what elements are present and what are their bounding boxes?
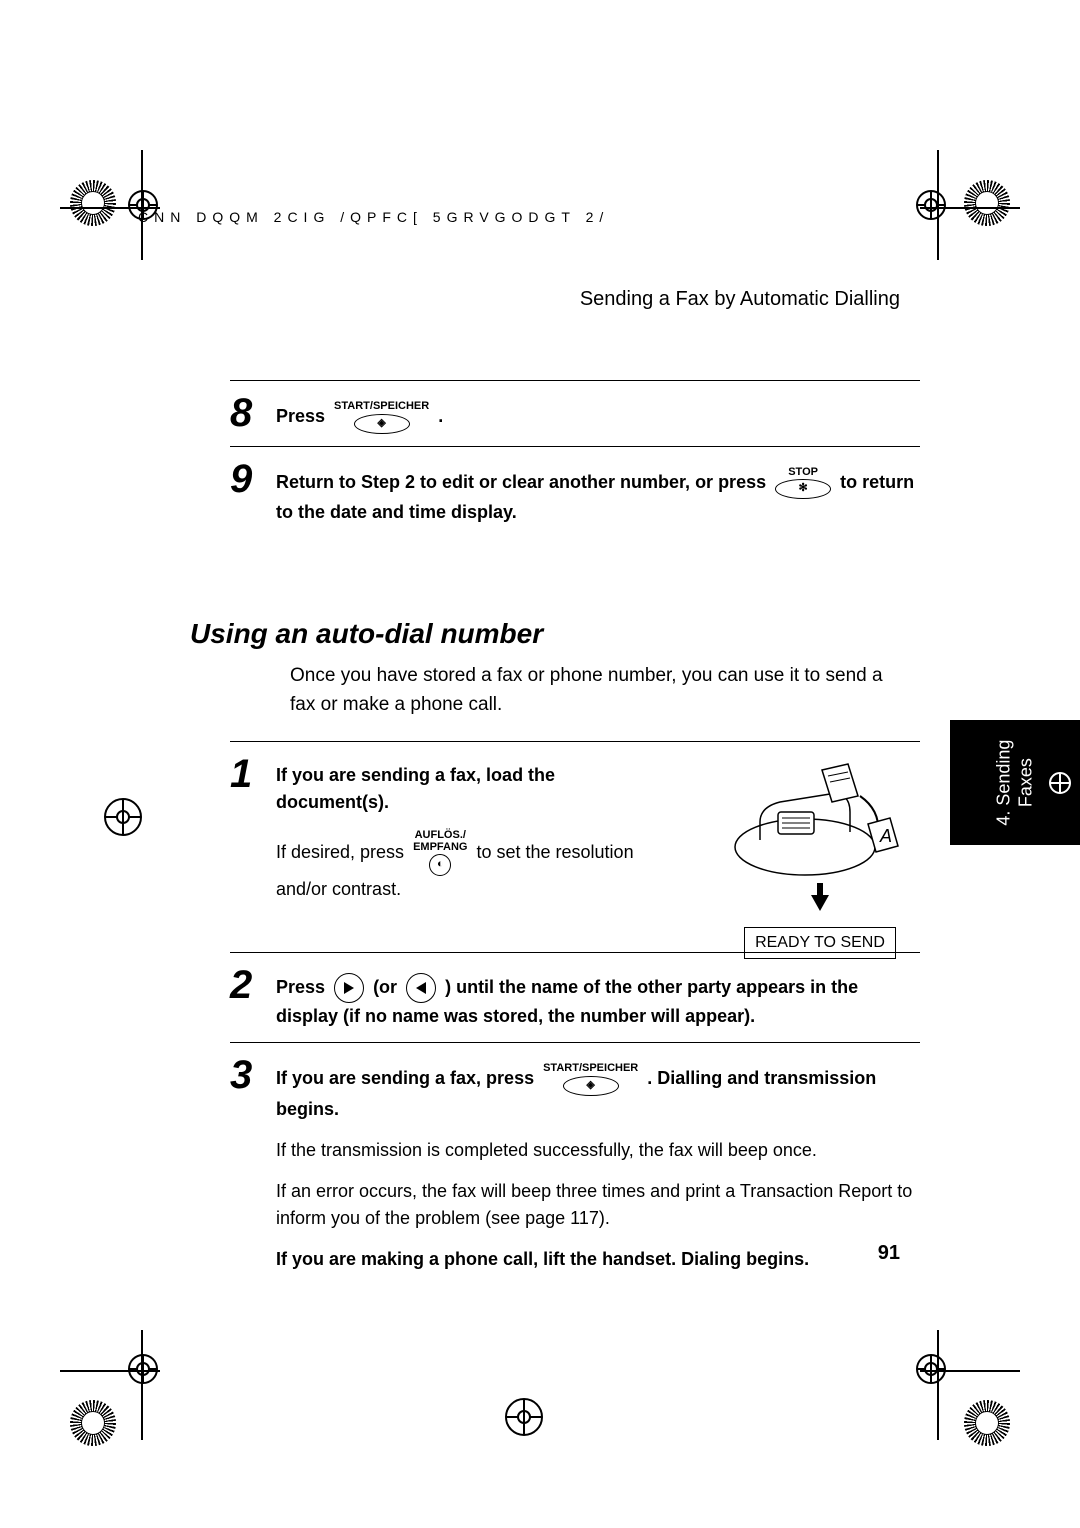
registration-target-icon	[964, 180, 1010, 226]
chapter-tab-label: 4. SendingFaxes	[993, 739, 1036, 825]
fax-illustration: A READY TO SEND	[720, 752, 920, 959]
oval-button-icon: ◈	[354, 414, 410, 434]
section-header: Sending a Fax by Automatic Dialling	[240, 288, 900, 311]
step-text: Press	[276, 406, 330, 426]
stop-button-icon: STOP ✻	[775, 467, 831, 500]
intro-paragraph: Once you have stored a fax or phone numb…	[290, 662, 900, 719]
step-number: 1	[230, 754, 258, 794]
crosshair-icon	[916, 190, 946, 220]
step-a3: 3 If you are sending a fax, press START/…	[230, 1043, 920, 1285]
button-label: STOP	[788, 467, 818, 479]
step-number: 9	[230, 459, 258, 499]
subsection-heading: Using an auto-dial number	[190, 618, 920, 650]
step-number: 8	[230, 393, 258, 433]
crosshair-icon	[916, 1354, 946, 1384]
step-a2: 2 Press (or ) until the name of the othe…	[230, 953, 920, 1042]
step-text: Return to Step 2 to edit or clear anothe…	[276, 472, 771, 492]
page-number: 91	[878, 1242, 900, 1265]
button-label: START/SPEICHER	[334, 401, 429, 413]
step-number: 3	[230, 1055, 258, 1095]
crosshair-icon	[128, 1354, 158, 1384]
step-text: If desired, press	[276, 842, 409, 862]
round-button-icon: ◐	[429, 854, 451, 876]
oval-button-icon: ✻	[775, 479, 831, 499]
registration-target-icon	[70, 1400, 116, 1446]
button-label-bot: EMPFANG	[413, 842, 467, 854]
oval-button-icon: ◈	[563, 1076, 619, 1096]
chapter-tab: 4. SendingFaxes	[950, 720, 1080, 845]
start-speicher-button-icon: START/SPEICHER ◈	[543, 1063, 638, 1096]
crosshair-icon	[104, 798, 142, 836]
step-bold-text: If you are sending a fax, load the docum…	[276, 765, 555, 812]
auflos-empfang-button-icon: AUFLÖS./ EMPFANG ◐	[413, 830, 467, 876]
arrow-left-button-icon	[406, 973, 436, 1003]
svg-text:A: A	[879, 826, 892, 846]
start-speicher-button-icon: START/SPEICHER ◈	[334, 401, 429, 434]
button-label-top: AUFLÖS./	[415, 830, 466, 842]
step-plain-text: If an error occurs, the fax will beep th…	[276, 1178, 920, 1232]
step-bold-text: If you are making a phone call, lift the…	[276, 1249, 809, 1269]
registration-target-icon	[70, 180, 116, 226]
step-9: 9 Return to Step 2 to edit or clear anot…	[230, 447, 920, 539]
lcd-display: READY TO SEND	[744, 927, 896, 959]
arrow-right-button-icon	[334, 973, 364, 1003]
step-bold-text: If you are sending a fax, press	[276, 1068, 539, 1088]
fax-machine-icon: A	[730, 752, 910, 882]
crosshair-icon	[505, 1398, 543, 1436]
step-plain-text: If the transmission is completed success…	[276, 1137, 920, 1164]
header-code-text: CNN DQQM 2CIG /QPFC[ 5GRVGODGT 2/	[138, 209, 609, 225]
crosshair-white-icon	[1048, 771, 1072, 795]
step-a1: 1 If you are sending a fax, load the doc…	[230, 742, 920, 952]
button-label: START/SPEICHER	[543, 1063, 638, 1075]
step-text: Press	[276, 977, 330, 997]
step-text: (or	[373, 977, 402, 997]
step-number: 2	[230, 965, 258, 1005]
step-8: 8 Press START/SPEICHER ◈ .	[230, 381, 920, 446]
down-arrow-icon	[811, 895, 829, 911]
registration-target-icon	[964, 1400, 1010, 1446]
step-text: .	[438, 406, 443, 426]
